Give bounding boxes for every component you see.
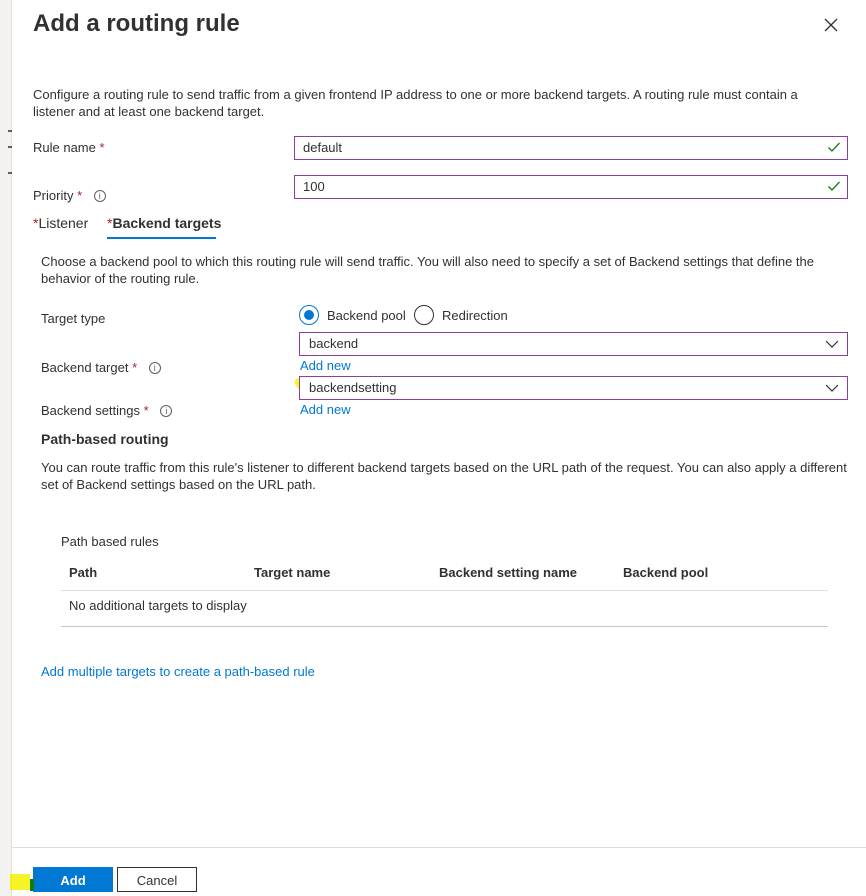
priority-label: Priority * i	[33, 188, 106, 203]
backend-target-value: backend	[309, 336, 359, 351]
path-rules-table-title: Path based rules	[61, 534, 159, 549]
required-mark: *	[99, 140, 105, 155]
column-header-backend-pool[interactable]: Backend pool	[623, 565, 708, 580]
priority-label-text: Priority	[33, 188, 74, 203]
active-tab-indicator	[107, 237, 216, 239]
tab-backend-targets[interactable]: *Backend targets	[107, 215, 221, 231]
radio-backend-pool[interactable]: Backend pool	[299, 305, 406, 325]
backend-settings-add-new-link[interactable]: Add new	[300, 402, 351, 417]
table-header-divider	[61, 590, 828, 591]
target-type-label: Target type	[41, 311, 106, 326]
backend-settings-label-text: Backend settings	[41, 403, 141, 418]
required-mark: *	[77, 188, 83, 203]
required-mark: *	[143, 403, 149, 418]
tab-listener[interactable]: *Listener	[33, 215, 88, 231]
rule-name-label-text: Rule name	[33, 140, 96, 155]
radio-selected-icon	[299, 305, 319, 325]
tab-listener-label: Listener	[38, 215, 89, 231]
radio-redirection[interactable]: Redirection	[414, 305, 508, 325]
column-header-backend-setting-name[interactable]: Backend setting name	[439, 565, 577, 580]
panel-description: Configure a routing rule to send traffic…	[33, 87, 798, 119]
required-mark: *	[132, 360, 138, 375]
radio-redirection-label: Redirection	[442, 307, 508, 323]
cancel-button[interactable]: Cancel	[117, 867, 197, 892]
close-icon[interactable]	[822, 16, 840, 34]
empty-table-message: No additional targets to display	[69, 598, 247, 613]
routing-rule-panel: Add a routing rule Configure a routing r…	[12, 0, 866, 896]
backend-target-add-new-link[interactable]: Add new	[300, 358, 351, 373]
footer-divider	[12, 847, 866, 848]
info-icon[interactable]: i	[93, 190, 106, 202]
chevron-down-icon	[825, 340, 839, 348]
priority-input[interactable]: 100	[294, 175, 848, 199]
backend-description: Choose a backend pool to which this rout…	[41, 254, 815, 286]
backend-target-label: Backend target * i	[41, 360, 161, 375]
path-based-routing-description: You can route traffic from this rule's l…	[41, 460, 847, 492]
priority-value: 100	[303, 179, 325, 194]
path-based-routing-heading: Path-based routing	[41, 431, 169, 447]
column-header-target-name[interactable]: Target name	[254, 565, 330, 580]
checkmark-icon	[828, 142, 840, 152]
highlighter-annotation	[10, 874, 34, 891]
backend-settings-dropdown[interactable]: backendsetting	[299, 376, 848, 400]
info-icon[interactable]: i	[160, 405, 173, 417]
background-blade-edge	[0, 0, 12, 896]
backend-target-label-text: Backend target	[41, 360, 129, 375]
chevron-down-icon	[825, 384, 839, 392]
add-multiple-targets-link[interactable]: Add multiple targets to create a path-ba…	[41, 664, 315, 679]
rule-name-input[interactable]: default	[294, 136, 848, 160]
backend-settings-label: Backend settings * i	[41, 403, 173, 418]
rule-name-label: Rule name *	[33, 140, 105, 155]
column-header-path[interactable]: Path	[69, 565, 97, 580]
table-bottom-divider	[61, 626, 828, 627]
radio-unselected-icon	[414, 305, 434, 325]
add-button[interactable]: Add	[33, 867, 113, 892]
panel-title: Add a routing rule	[33, 10, 240, 37]
checkmark-icon	[828, 181, 840, 191]
backend-settings-value: backendsetting	[309, 380, 397, 395]
info-icon[interactable]: i	[148, 362, 161, 374]
rule-name-value: default	[303, 140, 343, 155]
radio-backend-pool-label: Backend pool	[327, 307, 406, 323]
tab-backend-targets-label: Backend targets	[112, 215, 222, 231]
backend-target-dropdown[interactable]: backend	[299, 332, 848, 356]
